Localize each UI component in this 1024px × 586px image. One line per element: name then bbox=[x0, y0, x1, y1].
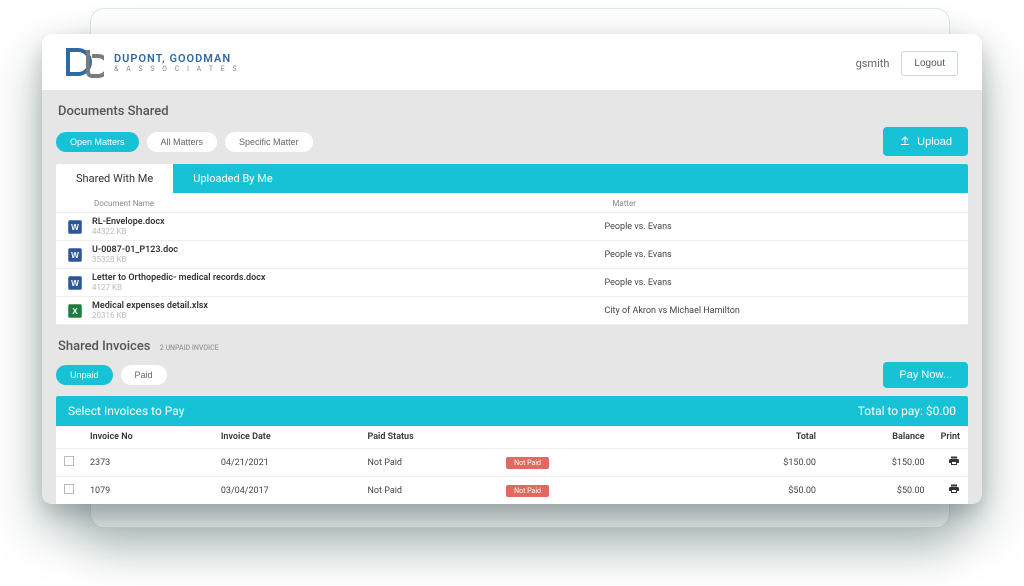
svg-text:W: W bbox=[71, 251, 79, 260]
document-row[interactable]: W RL-Envelope.docx44322 KBPeople vs. Evan… bbox=[56, 213, 968, 241]
username: gsmith bbox=[856, 57, 890, 70]
document-matter: City of Akron vs Michael Hamilton bbox=[605, 306, 958, 316]
brand-name: DUPONT, GOODMAN bbox=[114, 53, 239, 64]
excel-file-icon: X bbox=[64, 302, 86, 320]
documents-filter-row: Open Matters All Matters Specific Matter… bbox=[56, 127, 968, 156]
invoice-checkbox[interactable] bbox=[64, 484, 74, 494]
document-size: 4127 KB bbox=[92, 283, 605, 292]
upload-button[interactable]: Upload bbox=[883, 127, 968, 156]
document-info: Medical expenses detail.xlsx20316 KB bbox=[86, 301, 605, 320]
col-balance: Balance bbox=[824, 426, 933, 449]
banner-select-label: Select Invoices to Pay bbox=[68, 404, 184, 418]
brand-text: DUPONT, GOODMAN & A S S O C I A T E S bbox=[114, 53, 239, 73]
col-invoice-date: Invoice Date bbox=[213, 426, 360, 449]
invoice-row: 237304/21/2021Not PaidNot Paid$150.00$15… bbox=[56, 449, 968, 477]
documents-tabbar: Shared With Me Uploaded By Me bbox=[56, 164, 968, 193]
invoices-filter-row: Unpaid Paid Pay Now... bbox=[56, 362, 968, 388]
svg-text:W: W bbox=[71, 279, 79, 288]
logout-button[interactable]: Logout bbox=[901, 51, 958, 76]
col-checkbox bbox=[56, 426, 82, 449]
document-name: Medical expenses detail.xlsx bbox=[92, 301, 605, 311]
svg-text:W: W bbox=[71, 223, 79, 232]
invoice-balance: $150.00 bbox=[824, 449, 933, 477]
documents-header-row: Document Name Matter bbox=[56, 193, 968, 213]
invoice-checkbox[interactable] bbox=[64, 456, 74, 466]
invoices-banner: Select Invoices to Pay Total to pay: $0.… bbox=[56, 396, 968, 426]
invoice-row: 107903/04/2017Not PaidNot Paid$50.00$50.… bbox=[56, 477, 968, 505]
col-document-name: Document Name bbox=[94, 199, 612, 208]
col-print: Print bbox=[933, 426, 968, 449]
invoice-total: $150.00 bbox=[629, 449, 824, 477]
filter-unpaid[interactable]: Unpaid bbox=[56, 365, 113, 385]
document-matter: People vs. Evans bbox=[605, 278, 958, 288]
topbar: DUPONT, GOODMAN & A S S O C I A T E S gs… bbox=[42, 34, 982, 90]
document-row[interactable]: W U-0087-01_P123.doc35328 KBPeople vs. Ev… bbox=[56, 241, 968, 269]
print-button[interactable] bbox=[933, 477, 968, 505]
documents-panel: Shared With Me Uploaded By Me Document N… bbox=[56, 164, 968, 325]
document-size: 20316 KB bbox=[92, 311, 605, 320]
document-info: U-0087-01_P123.doc35328 KB bbox=[86, 245, 605, 264]
invoices-table: Invoice No Invoice Date Paid Status Tota… bbox=[56, 426, 968, 504]
pay-now-button[interactable]: Pay Now... bbox=[883, 362, 968, 388]
invoices-header-row: Invoice No Invoice Date Paid Status Tota… bbox=[56, 426, 968, 449]
document-name: U-0087-01_P123.doc bbox=[92, 245, 605, 255]
document-name: Letter to Orthopedic- medical records.do… bbox=[92, 273, 605, 283]
document-size: 35328 KB bbox=[92, 255, 605, 264]
upload-label: Upload bbox=[917, 136, 952, 148]
invoices-subnote: 2 unpaid invoice bbox=[160, 344, 219, 352]
col-total: Total bbox=[629, 426, 824, 449]
status-badge: Not Paid bbox=[506, 457, 549, 469]
app-window: DUPONT, GOODMAN & A S S O C I A T E S gs… bbox=[42, 34, 982, 504]
word-file-icon: W bbox=[64, 218, 86, 236]
document-matter: People vs. Evans bbox=[605, 222, 958, 232]
brand: DUPONT, GOODMAN & A S S O C I A T E S bbox=[66, 48, 239, 78]
invoices-title-text: Shared Invoices bbox=[58, 339, 151, 354]
invoice-date: 03/04/2017 bbox=[213, 477, 360, 505]
word-file-icon: W bbox=[64, 246, 86, 264]
brand-tagline: & A S S O C I A T E S bbox=[114, 66, 239, 73]
filter-all-matters[interactable]: All Matters bbox=[147, 132, 218, 152]
print-button[interactable] bbox=[933, 449, 968, 477]
document-info: Letter to Orthopedic- medical records.do… bbox=[86, 273, 605, 292]
documents-section-title: Documents Shared bbox=[58, 104, 966, 119]
col-paid-status: Paid Status bbox=[359, 426, 498, 449]
svg-text:X: X bbox=[72, 307, 78, 316]
col-matter: Matter bbox=[612, 199, 958, 208]
filter-paid[interactable]: Paid bbox=[121, 365, 167, 385]
filter-specific-matter[interactable]: Specific Matter bbox=[225, 132, 313, 152]
invoices-section-title: Shared Invoices 2 unpaid invoice bbox=[58, 339, 966, 354]
filter-open-matters[interactable]: Open Matters bbox=[56, 132, 139, 152]
tab-uploaded-by-me[interactable]: Uploaded By Me bbox=[173, 164, 292, 193]
document-row[interactable]: W Letter to Orthopedic- medical records.d… bbox=[56, 269, 968, 297]
main-content: Documents Shared Open Matters All Matter… bbox=[42, 90, 982, 504]
document-row[interactable]: X Medical expenses detail.xlsx20316 KBCit… bbox=[56, 297, 968, 325]
upload-icon bbox=[899, 134, 911, 149]
document-size: 44322 KB bbox=[92, 227, 605, 236]
brand-logo-icon bbox=[66, 48, 104, 78]
tab-shared-with-me[interactable]: Shared With Me bbox=[56, 164, 173, 193]
user-area: gsmith Logout bbox=[856, 51, 958, 76]
invoice-no: 1079 bbox=[82, 477, 213, 505]
invoice-status: Not Paid bbox=[359, 449, 498, 477]
invoice-balance: $50.00 bbox=[824, 477, 933, 505]
col-badge bbox=[498, 426, 629, 449]
invoice-no: 2373 bbox=[82, 449, 213, 477]
banner-total-label: Total to pay: $0.00 bbox=[858, 404, 956, 418]
invoice-total: $50.00 bbox=[629, 477, 824, 505]
document-matter: People vs. Evans bbox=[605, 250, 958, 260]
word-file-icon: W bbox=[64, 274, 86, 292]
col-invoice-no: Invoice No bbox=[82, 426, 213, 449]
invoice-date: 04/21/2021 bbox=[213, 449, 360, 477]
document-info: RL-Envelope.docx44322 KB bbox=[86, 217, 605, 236]
invoices-panel: Select Invoices to Pay Total to pay: $0.… bbox=[56, 396, 968, 504]
invoice-status: Not Paid bbox=[359, 477, 498, 505]
document-name: RL-Envelope.docx bbox=[92, 217, 605, 227]
status-badge: Not Paid bbox=[506, 485, 549, 497]
